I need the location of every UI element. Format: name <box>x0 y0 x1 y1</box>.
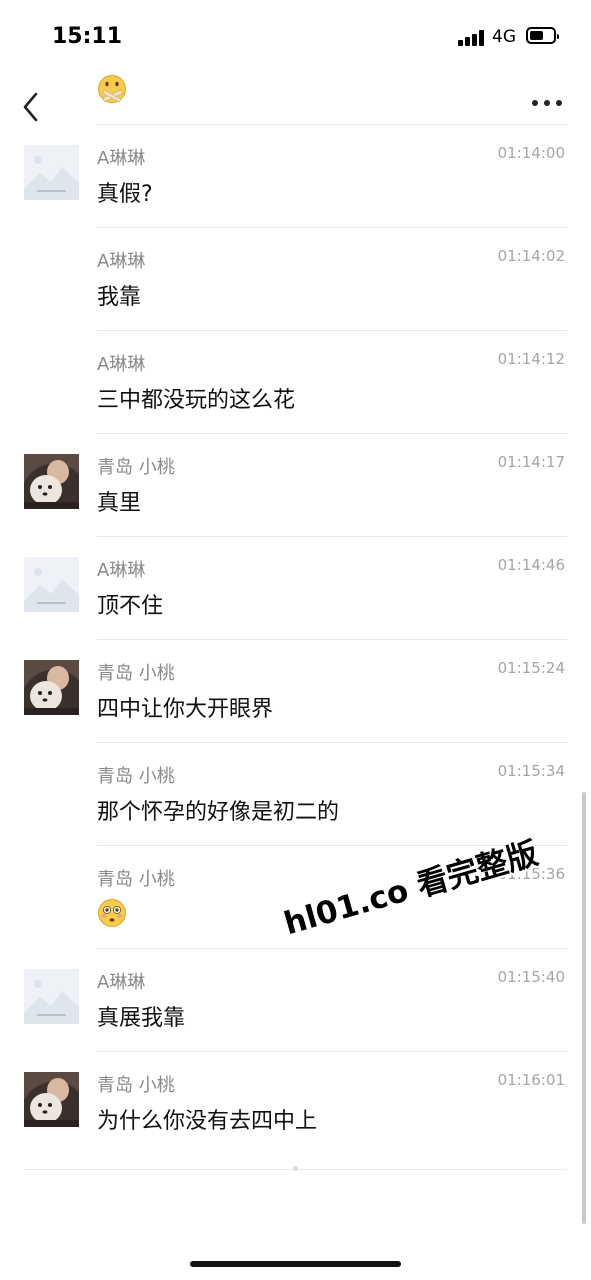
message-text: 三中都没玩的这么花 <box>97 388 296 413</box>
message-time: 01:15:40 <box>497 968 565 986</box>
message-item: 青岛 小桃 01:16:01 为什么你没有去四中上 <box>0 1051 591 1154</box>
flushed-face-emoji-icon <box>97 898 127 928</box>
battery-icon <box>526 27 559 44</box>
avatar-placeholder[interactable] <box>24 145 79 200</box>
message-time: 01:14:12 <box>497 350 565 368</box>
message-time: 01:15:34 <box>497 762 565 780</box>
message-text: 真展我靠 <box>97 1006 186 1031</box>
message-item: 青岛 小桃 01:15:34 那个怀孕的好像是初二的 <box>0 742 591 845</box>
message-item: A琳琳 01:14:46 顶不住 <box>0 536 591 639</box>
sender-name: 青岛 小桃 <box>97 869 175 890</box>
message-text: 顶不住 <box>97 594 164 619</box>
sender-name: A琳琳 <box>97 972 146 993</box>
message-list[interactable]: A琳琳 01:14:00 真假? A琳琳 01:14:02 我靠 A琳琳 01:… <box>0 124 591 1154</box>
message-item: A琳琳 01:14:02 我靠 <box>0 227 591 330</box>
message-time: 01:14:46 <box>497 556 565 574</box>
separator <box>97 536 567 537</box>
separator <box>97 948 567 949</box>
message-time: 01:16:01 <box>497 1071 565 1089</box>
image-placeholder-icon <box>24 557 79 612</box>
scrollbar[interactable] <box>582 792 586 1224</box>
avatar-photo[interactable] <box>24 1072 79 1127</box>
separator <box>97 433 567 434</box>
nav-bar <box>0 72 591 124</box>
message-item: A琳琳 01:14:00 真假? <box>0 124 591 227</box>
message-text: 真假? <box>97 182 153 207</box>
message-text: 那个怀孕的好像是初二的 <box>97 800 340 825</box>
message-text: 真里 <box>97 491 142 516</box>
sender-name: 青岛 小桃 <box>97 1075 175 1096</box>
sender-name: A琳琳 <box>97 560 146 581</box>
message-time: 01:15:24 <box>497 659 565 677</box>
network-type: 4G <box>492 27 516 47</box>
message-text: 我靠 <box>97 285 142 310</box>
separator <box>97 742 567 743</box>
user-avatar-icon <box>24 1072 79 1127</box>
image-placeholder-icon <box>24 969 79 1024</box>
back-button[interactable] <box>20 90 48 124</box>
separator <box>97 227 567 228</box>
message-item: 青岛 小桃 01:14:17 真里 <box>0 433 591 536</box>
image-placeholder-icon <box>24 145 79 200</box>
more-options-button[interactable] <box>532 100 564 108</box>
message-time: 01:14:17 <box>497 453 565 471</box>
message-item: A琳琳 01:14:12 三中都没玩的这么花 <box>0 330 591 433</box>
tape-mouth-emoji-icon <box>97 74 127 104</box>
avatar-photo[interactable] <box>24 660 79 715</box>
separator <box>97 330 567 331</box>
sender-name: A琳琳 <box>97 148 146 169</box>
separator <box>97 639 567 640</box>
separator <box>97 124 567 125</box>
message-item: A琳琳 01:15:40 真展我靠 <box>0 948 591 1051</box>
sender-name: 青岛 小桃 <box>97 663 175 684</box>
avatar-placeholder[interactable] <box>24 969 79 1024</box>
avatar-photo[interactable] <box>24 454 79 509</box>
message-text: 四中让你大开眼界 <box>97 697 274 722</box>
list-end-dot <box>293 1166 298 1171</box>
home-indicator[interactable] <box>190 1261 401 1267</box>
sender-name: A琳琳 <box>97 251 146 272</box>
status-time: 15:11 <box>52 24 123 49</box>
message-time: 01:14:02 <box>497 247 565 265</box>
user-avatar-icon <box>24 660 79 715</box>
separator <box>97 1051 567 1052</box>
user-avatar-icon <box>24 454 79 509</box>
message-time: 01:14:00 <box>497 144 565 162</box>
message-item: 青岛 小桃 01:15:24 四中让你大开眼界 <box>0 639 591 742</box>
avatar-placeholder[interactable] <box>24 557 79 612</box>
signal-strength-icon <box>458 30 486 46</box>
chevron-left-icon <box>23 92 38 122</box>
sender-name: 青岛 小桃 <box>97 457 175 478</box>
message-text: 为什么你没有去四中上 <box>97 1109 318 1134</box>
sender-name: A琳琳 <box>97 354 146 375</box>
status-bar: 15:11 4G <box>0 0 591 72</box>
sender-name: 青岛 小桃 <box>97 766 175 787</box>
